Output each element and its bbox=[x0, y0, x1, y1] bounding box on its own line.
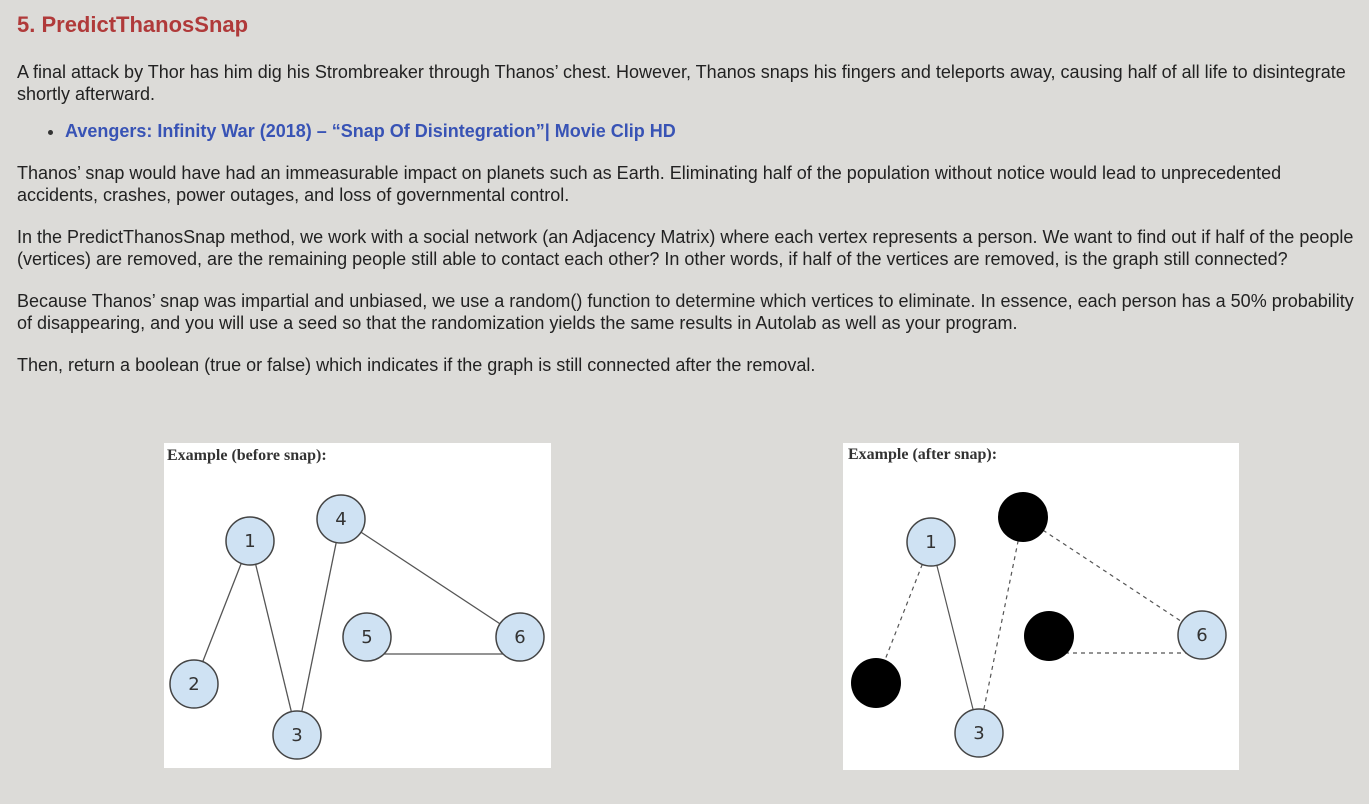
paragraph-method: In the PredictThanosSnap method, we work… bbox=[17, 227, 1354, 269]
edge-1-3 bbox=[930, 541, 980, 734]
list-item: Avengers: Infinity War (2018) – “Snap Of… bbox=[65, 120, 1357, 142]
paragraph-return: Then, return a boolean (true or false) w… bbox=[17, 355, 816, 375]
node-label-1: 1 bbox=[925, 532, 936, 553]
link-list: Avengers: Infinity War (2018) – “Snap Of… bbox=[17, 120, 1357, 142]
movie-clip-link[interactable]: Avengers: Infinity War (2018) – “Snap Of… bbox=[65, 121, 676, 141]
graph-before-snap: 1 2 3 4 5 6 bbox=[169, 494, 545, 760]
edge-1-3 bbox=[249, 540, 298, 736]
paragraph-impact: Thanos’ snap would have had an immeasura… bbox=[17, 163, 1282, 205]
removed-node-2 bbox=[851, 658, 901, 708]
node-label-4: 4 bbox=[335, 509, 346, 530]
page: 5. PredictThanosSnap A final attack by T… bbox=[0, 0, 1369, 804]
node-label-6: 6 bbox=[1196, 625, 1207, 646]
paragraph-intro: A final attack by Thor has him dig his S… bbox=[17, 62, 1346, 104]
edge-4-3 bbox=[296, 518, 342, 736]
section-title: 5. PredictThanosSnap bbox=[17, 12, 249, 37]
node-label-2: 2 bbox=[188, 674, 199, 695]
removed-node-4 bbox=[998, 492, 1048, 542]
graph-after-snap: 1 3 6 bbox=[851, 492, 1227, 758]
node-label-6: 6 bbox=[514, 627, 525, 648]
edge-removed4-3 bbox=[978, 516, 1024, 734]
node-label-3: 3 bbox=[291, 725, 302, 746]
figure-after-snap: Example (after snap): 1 3 6 bbox=[843, 443, 1239, 770]
paragraph-random: Because Thanos’ snap was impartial and u… bbox=[17, 291, 1354, 333]
figure-before-snap: Example (before snap): 1 2 3 4 5 6 bbox=[164, 443, 551, 768]
article-content: 5. PredictThanosSnap A final attack by T… bbox=[17, 0, 1357, 376]
node-label-5: 5 bbox=[361, 627, 372, 648]
node-label-1: 1 bbox=[244, 531, 255, 552]
node-label-3: 3 bbox=[973, 723, 984, 744]
removed-node-5 bbox=[1024, 611, 1074, 661]
